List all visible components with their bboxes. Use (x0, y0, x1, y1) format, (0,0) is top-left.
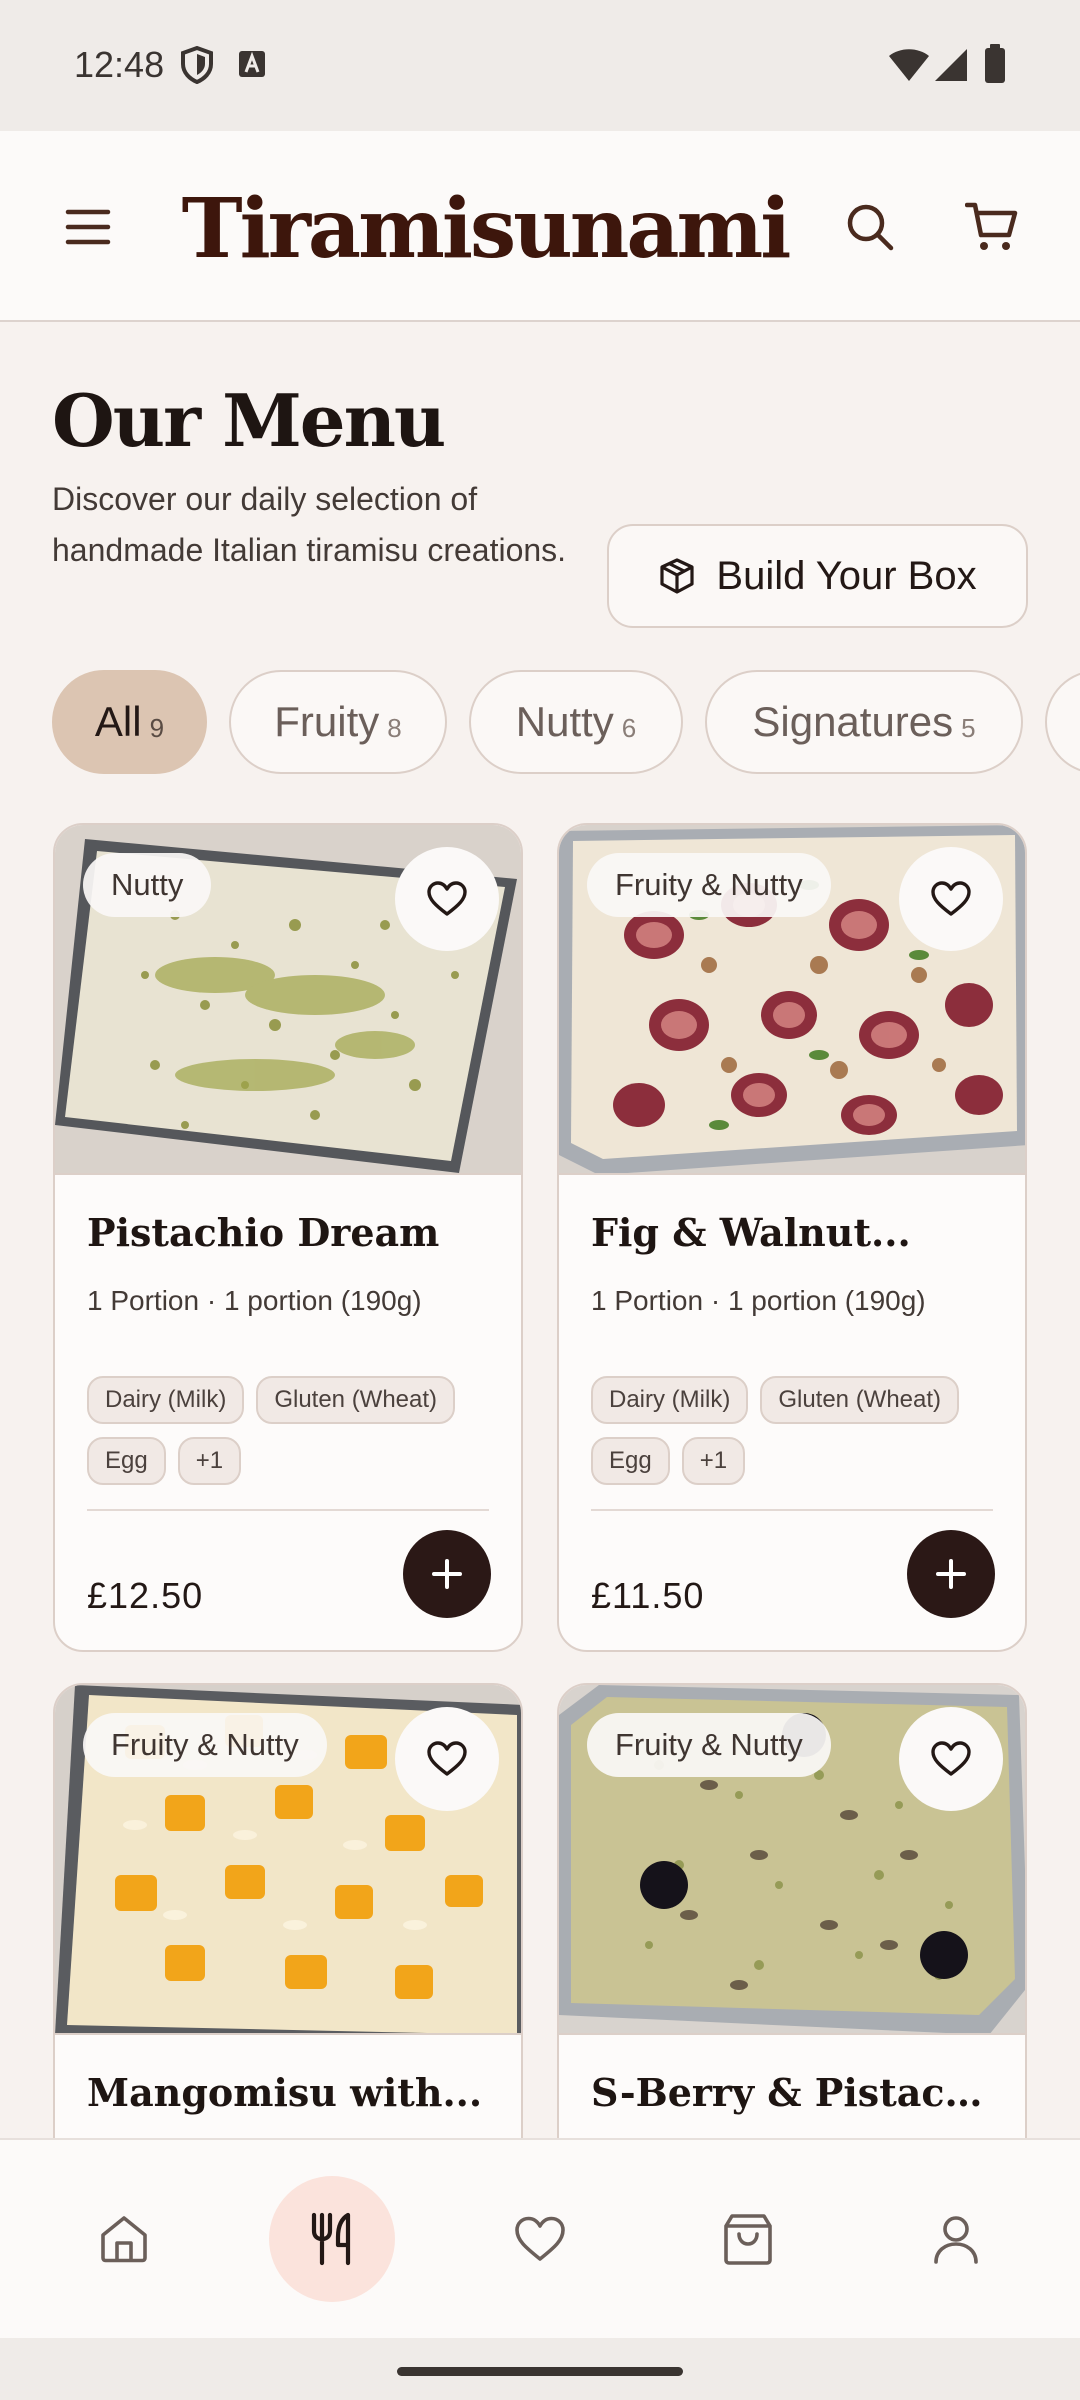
hamburger-menu-button[interactable] (48, 187, 128, 267)
heart-icon (427, 1741, 467, 1776)
allergen-tag: Dairy (Milk) (87, 1376, 245, 1424)
plus-icon (936, 1559, 966, 1589)
product-price: £12.50 (87, 1575, 204, 1616)
shield-icon (181, 46, 213, 84)
product-image: Fruity & Nutty (559, 1685, 1025, 2035)
allergen-tags: Dairy (Milk) Gluten (Wheat) Egg +1 (87, 1376, 507, 1485)
nav-orders[interactable] (685, 2176, 811, 2302)
allergen-tag-more: +1 (681, 1437, 746, 1485)
filter-chip-label: Nutty (515, 698, 614, 745)
category-filters: All 9 Fruity 8 Nutty 6 Signatures 5 (52, 670, 1080, 776)
filter-chip-signatures[interactable]: Signatures 5 (705, 670, 1023, 774)
card-divider (87, 1509, 489, 1511)
allergen-tag-more: +1 (177, 1437, 242, 1485)
app-header: Tiramisunami (0, 131, 1080, 322)
add-to-cart-button[interactable] (403, 1530, 491, 1618)
product-portion: 1 Portion · 1 portion (190g) (591, 1285, 926, 1316)
add-to-cart-button[interactable] (907, 1530, 995, 1618)
filter-chip-count: 9 (149, 712, 165, 743)
product-image: Fruity & Nutty (55, 1685, 521, 2035)
wifi-icon (889, 49, 929, 81)
notification-a-icon (239, 51, 265, 77)
status-time: 12:48 (74, 44, 165, 85)
filter-chip-label: Fruity (274, 698, 380, 745)
allergen-tag: Gluten (Wheat) (760, 1376, 960, 1424)
nav-favorites[interactable] (477, 2176, 603, 2302)
favorite-button[interactable] (395, 847, 499, 951)
favorite-button[interactable] (899, 1707, 1003, 1811)
build-your-box-button[interactable]: Build Your Box (607, 524, 1028, 628)
category-badge: Fruity & Nutty (587, 853, 831, 917)
product-name: S-Berry & Pistachio... (591, 2070, 1001, 2115)
cellular-signal-icon (935, 49, 967, 81)
product-image: Nutty (55, 825, 521, 1175)
cart-icon (965, 202, 1018, 250)
product-card[interactable]: Fruity & Nutty Fig & Walnut... 1 Portion… (557, 823, 1027, 1652)
allergen-tag: Egg (87, 1437, 166, 1485)
filter-chip-count: 8 (387, 712, 402, 743)
shopping-bag-icon (724, 2214, 772, 2265)
brand-logo[interactable]: Tiramisunami (182, 169, 792, 289)
plus-icon (432, 1559, 462, 1589)
search-icon (847, 204, 894, 251)
search-button[interactable] (830, 187, 910, 267)
box-icon (660, 558, 694, 594)
heart-icon (931, 881, 971, 916)
allergen-tags: Dairy (Milk) Gluten (Wheat) Egg +1 (591, 1376, 1011, 1485)
category-badge: Nutty (83, 853, 212, 917)
allergen-tag: Dairy (Milk) (591, 1376, 749, 1424)
filter-chip-count: 6 (621, 712, 637, 743)
build-your-box-label: Build Your Box (716, 553, 977, 598)
category-badge: Fruity & Nutty (83, 1713, 327, 1777)
battery-icon (985, 44, 1005, 83)
favorite-button[interactable] (899, 847, 1003, 951)
product-name: Pistachio Dream (87, 1210, 440, 1255)
card-divider (591, 1509, 993, 1511)
filter-chip-more[interactable] (1045, 670, 1080, 774)
heart-icon (931, 1741, 971, 1776)
category-badge: Fruity & Nutty (587, 1713, 831, 1777)
product-card[interactable]: Fruity & Nutty S-Berry & Pistachio... (557, 1683, 1027, 2183)
allergen-tag: Egg (591, 1437, 670, 1485)
nav-profile[interactable] (893, 2176, 1019, 2302)
user-icon (934, 2216, 978, 2264)
product-image: Fruity & Nutty (559, 825, 1025, 1175)
nav-menu[interactable] (269, 2176, 395, 2302)
filter-chip-label: Signatures (752, 698, 954, 745)
filter-chip-all[interactable]: All 9 (52, 670, 207, 774)
filter-chip-nutty[interactable]: Nutty 6 (469, 670, 683, 774)
product-name: Mangomisu with... (87, 2070, 483, 2115)
utensils-icon (311, 2212, 351, 2266)
home-gesture-bar[interactable] (397, 2367, 683, 2376)
cart-button[interactable] (952, 187, 1032, 267)
product-price: £11.50 (591, 1575, 705, 1616)
product-name: Fig & Walnut... (591, 1210, 911, 1255)
page-title: Our Menu (52, 378, 446, 463)
allergen-tag: Gluten (Wheat) (256, 1376, 456, 1424)
product-card[interactable]: Nutty Pistachio Dream 1 Portion · 1 port… (53, 823, 523, 1652)
heart-icon (515, 2216, 565, 2261)
heart-icon (427, 881, 467, 916)
hamburger-icon (65, 209, 111, 245)
product-portion: 1 Portion · 1 portion (190g) (87, 1285, 422, 1316)
status-bar: 12:48 (0, 0, 1080, 131)
bottom-navigation (0, 2138, 1080, 2338)
filter-chip-label: All (94, 698, 142, 745)
nav-home[interactable] (61, 2176, 187, 2302)
favorite-button[interactable] (395, 1707, 499, 1811)
filter-chip-fruity[interactable]: Fruity 8 (229, 670, 447, 774)
filter-chip-count: 5 (961, 712, 976, 743)
product-card[interactable]: Fruity & Nutty Mangomisu with... (53, 1683, 523, 2183)
page-description: Discover our daily selection of handmade… (52, 481, 567, 568)
home-icon (101, 2216, 147, 2263)
